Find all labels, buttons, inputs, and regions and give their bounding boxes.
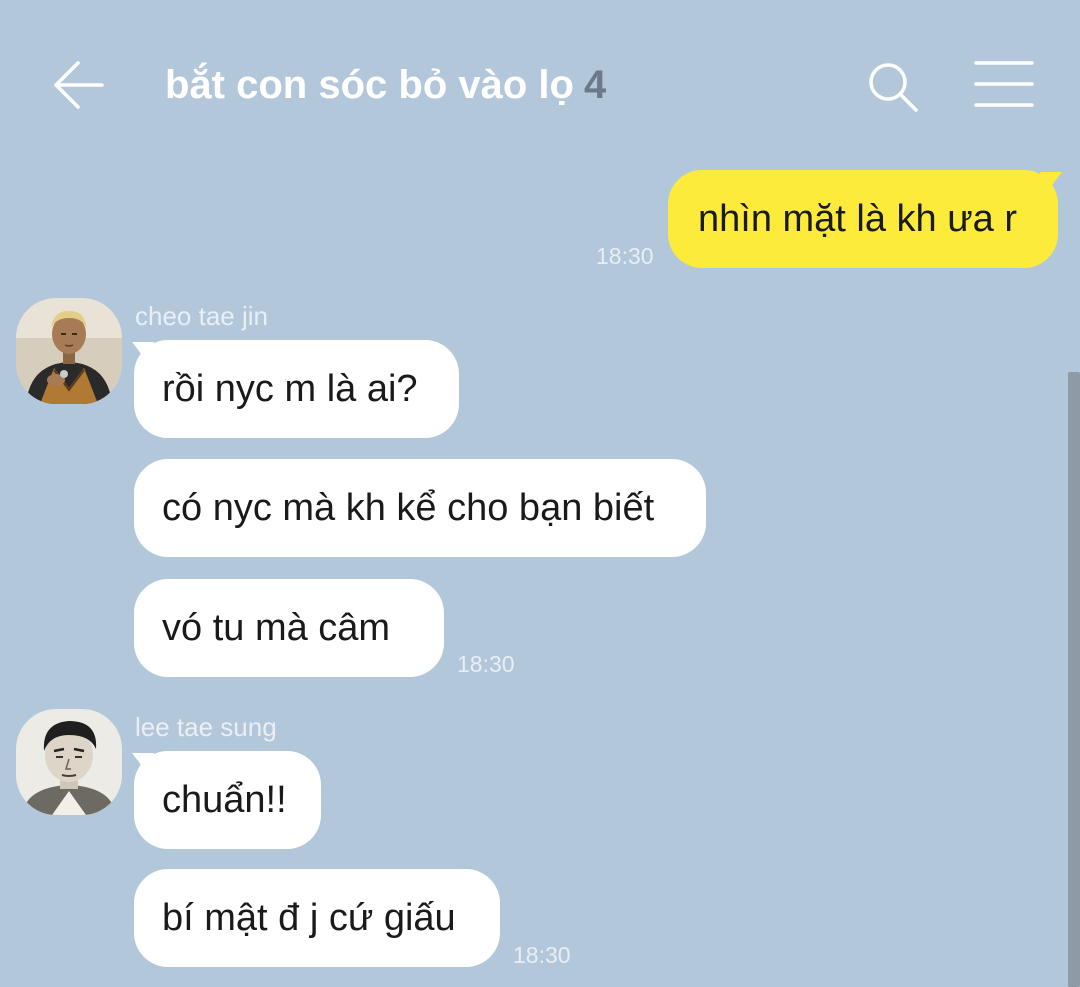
member-count: 4 [583, 63, 607, 107]
arrow-left-icon[interactable] [50, 56, 108, 114]
message-text: bí mật đ j cứ giấu [162, 897, 456, 939]
sender-name: cheo tae jin [135, 301, 268, 331]
bubble-tail [132, 342, 154, 364]
message-time: 18:30 [513, 942, 571, 968]
avatar-lee-tae-sung[interactable] [16, 709, 122, 815]
incoming-message-bubble[interactable]: rồi nyc m là ai? [134, 340, 459, 438]
sender-name: lee tae sung [135, 712, 277, 742]
chat-header: bắt con sóc bỏ vào lọ 4 [0, 0, 1080, 170]
outgoing-message-bubble[interactable]: nhìn mặt là kh ưa r [668, 170, 1058, 268]
search-icon[interactable] [862, 56, 924, 118]
message-time: 18:30 [457, 651, 515, 677]
chat-title-text: bắt con sóc bỏ vào lọ [165, 63, 574, 107]
scrollbar[interactable] [1068, 372, 1080, 987]
incoming-message-bubble[interactable]: bí mật đ j cứ giấu [134, 869, 500, 967]
message-time: 18:30 [596, 243, 654, 269]
bubble-tail [132, 753, 154, 775]
chat-title: bắt con sóc bỏ vào lọ 4 [165, 60, 606, 110]
incoming-message-bubble[interactable]: vó tu mà câm [134, 579, 444, 677]
message-text: nhìn mặt là kh ưa r [698, 198, 1018, 240]
avatar-cheo-tae-jin[interactable] [16, 298, 122, 404]
avatar-image [16, 298, 122, 404]
bubble-tail [1040, 172, 1062, 194]
incoming-message-bubble[interactable]: có nyc mà kh kể cho bạn biết [134, 459, 706, 557]
avatar-image [16, 709, 122, 815]
incoming-message-bubble[interactable]: chuẩn!! [134, 751, 321, 849]
hamburger-menu-icon[interactable] [974, 58, 1034, 110]
message-text: chuẩn!! [162, 779, 287, 821]
message-text: rồi nyc m là ai? [162, 368, 418, 410]
message-text: vó tu mà câm [162, 607, 391, 649]
message-text: có nyc mà kh kể cho bạn biết [162, 487, 655, 529]
